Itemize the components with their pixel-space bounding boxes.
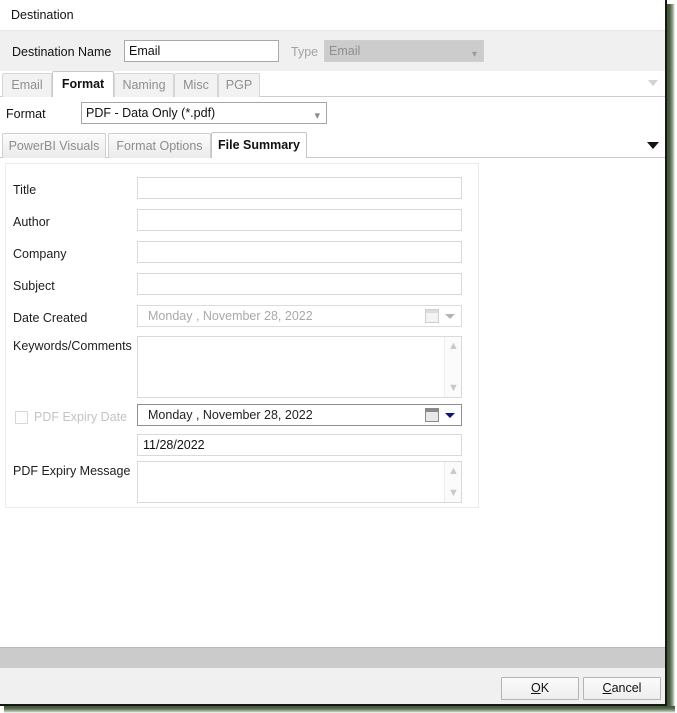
tab-file-summary[interactable]: File Summary: [211, 132, 307, 158]
pdf-expiry-message-label: PDF Expiry Message: [13, 464, 131, 478]
chevron-down-icon: ▾: [471, 49, 477, 60]
chevron-down-icon[interactable]: [648, 80, 658, 86]
calendar-icon: [425, 309, 439, 323]
chevron-down-icon[interactable]: [445, 413, 455, 418]
date-created-value: Monday , November 28, 2022: [148, 309, 313, 323]
destination-name-row: Destination Name Email Type Email ▾: [0, 30, 665, 71]
pdf-expiry-date-value: Monday , November 28, 2022: [148, 408, 313, 422]
destination-name-input[interactable]: Email: [124, 40, 279, 62]
chevron-down-icon[interactable]: ▼: [448, 488, 459, 499]
title-label: Title: [13, 183, 37, 197]
field-row-pdf-expiry-date: PDF Expiry Date Monday , November 28, 20…: [6, 404, 480, 434]
date-created-label: Date Created: [13, 311, 88, 325]
tab-powerbi-visuals[interactable]: PowerBI Visuals: [2, 133, 106, 158]
pdf-expiry-message-scrollbar[interactable]: ▲ ▼: [444, 462, 461, 502]
company-input[interactable]: [137, 241, 462, 263]
pdf-expiry-date-picker[interactable]: Monday , November 28, 2022: [137, 404, 462, 426]
field-row-company: Company: [6, 241, 480, 271]
field-row-pdf-expiry-message: PDF Expiry Message ▲ ▼: [6, 461, 480, 505]
secondary-tab-strip: PowerBI Visuals Format Options File Summ…: [0, 132, 665, 158]
keywords-textarea[interactable]: ▲ ▼: [137, 336, 462, 398]
chevron-down-icon[interactable]: ▼: [448, 383, 459, 394]
author-label: Author: [13, 215, 50, 229]
window-shadow-bottom: [4, 706, 675, 713]
chevron-up-icon[interactable]: ▲: [448, 466, 459, 477]
primary-tab-strip: Email Format Naming Misc PGP: [0, 71, 665, 97]
dialog-titlebar: Destination: [0, 0, 665, 30]
tab-naming[interactable]: Naming: [114, 73, 174, 97]
tab-email[interactable]: Email: [2, 73, 52, 97]
company-label: Company: [13, 247, 67, 261]
destination-dialog: Destination Destination Name Email Type …: [0, 0, 667, 706]
type-label: Type: [291, 45, 319, 59]
date-created-picker[interactable]: Monday , November 28, 2022: [137, 305, 462, 327]
file-summary-panel: Title Author Company Subject Date Create…: [5, 163, 479, 508]
tab-pgp[interactable]: PGP: [218, 73, 260, 97]
type-select[interactable]: Email ▾: [324, 40, 484, 62]
type-select-value: Email: [329, 44, 361, 58]
field-row-subject: Subject: [6, 273, 480, 303]
field-row-author: Author: [6, 209, 480, 239]
field-row-date-created: Date Created Monday , November 28, 2022: [6, 305, 480, 335]
chevron-down-icon: ▾: [314, 110, 320, 122]
chevron-up-icon[interactable]: ▲: [448, 341, 459, 352]
subject-input[interactable]: [137, 273, 462, 295]
tab-format[interactable]: Format: [52, 71, 114, 97]
format-select-value: PDF - Data Only (*.pdf): [86, 106, 216, 120]
destination-name-label: Destination Name: [12, 45, 112, 59]
cancel-accel: C: [602, 681, 612, 695]
tab-misc[interactable]: Misc: [174, 73, 218, 97]
pdf-expiry-message-textarea[interactable]: ▲ ▼: [137, 461, 462, 503]
subject-label: Subject: [13, 279, 55, 293]
format-label: Format: [6, 107, 46, 121]
field-row-pdf-expiry-short: 11/28/2022: [6, 434, 480, 461]
tab-format-options[interactable]: Format Options: [108, 133, 211, 158]
ok-accel: O: [530, 681, 541, 695]
pdf-expiry-date-checkbox[interactable]: [15, 411, 28, 424]
field-row-title: Title: [6, 177, 480, 207]
title-input[interactable]: [137, 177, 462, 199]
author-input[interactable]: [137, 209, 462, 231]
pdf-expiry-short-input[interactable]: 11/28/2022: [137, 434, 462, 456]
ok-rest: K: [540, 681, 550, 695]
cancel-button[interactable]: Cancel: [583, 677, 661, 700]
ok-button[interactable]: OK: [501, 677, 579, 700]
window-shadow-right: [667, 4, 675, 709]
keywords-label: Keywords/Comments: [13, 339, 132, 353]
field-row-keywords: Keywords/Comments ▲ ▼: [6, 336, 480, 400]
calendar-icon[interactable]: [425, 408, 439, 422]
chevron-down-icon[interactable]: [647, 142, 659, 149]
keywords-scrollbar[interactable]: ▲ ▼: [444, 337, 461, 397]
dialog-footer: OK Cancel: [0, 668, 665, 704]
pdf-expiry-date-label: PDF Expiry Date: [34, 410, 128, 424]
footer-separator: [0, 647, 665, 668]
format-row: Format PDF - Data Only (*.pdf) ▾: [0, 97, 665, 132]
format-select[interactable]: PDF - Data Only (*.pdf) ▾: [81, 102, 327, 124]
cancel-rest: ancel: [611, 681, 642, 695]
page-title: Destination: [11, 8, 74, 22]
chevron-down-icon: [445, 314, 455, 319]
